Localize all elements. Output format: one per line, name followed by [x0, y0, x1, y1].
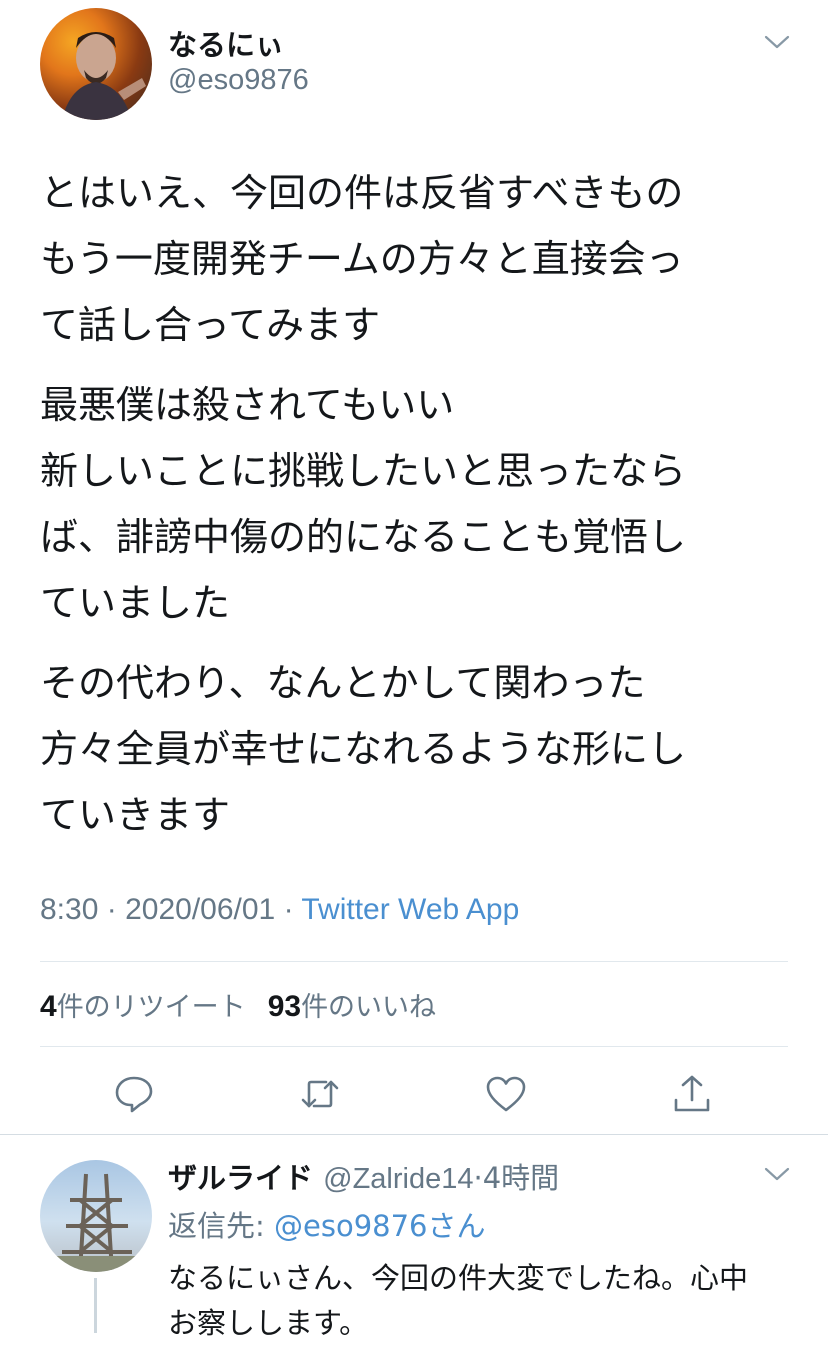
reply-header: ザルライド @Zalride14·4時間 — [168, 1155, 559, 1197]
tweet-meta: 8:30 · 2020/06/01 · Twitter Web App — [40, 893, 519, 927]
avatar-tower — [40, 1173, 152, 1272]
thread-line — [94, 1278, 97, 1333]
reply-display-name[interactable]: ザルライド — [168, 1161, 313, 1195]
chevron-down-icon[interactable] — [764, 1166, 790, 1182]
tweet-line: 方々全員が幸せになれるような形にし — [40, 727, 687, 771]
reply-icon[interactable] — [112, 1072, 156, 1116]
divider — [40, 1046, 788, 1047]
tweet-line: て話し合ってみます — [40, 303, 381, 347]
retweet-count: 4 — [40, 990, 57, 1023]
tweet-paragraph: その代わり、なんとかして関わった 方々全員が幸せになれるような形にし ていきます — [40, 650, 800, 848]
tweet-stats: 4件のリツイート 93件のいいね — [40, 985, 436, 1024]
reply-author-avatar[interactable] — [40, 1160, 152, 1272]
meta-separator: · — [106, 893, 117, 926]
chevron-down-icon[interactable] — [764, 34, 790, 50]
tweet-line: 新しいことに挑戦したいと思ったなら — [40, 449, 687, 493]
avatar-figure — [62, 32, 146, 120]
tweet-line: ば、誹謗中傷の的になることも覚悟し — [40, 515, 687, 559]
section-divider — [0, 1134, 828, 1135]
tweet-text: とはいえ、今回の件は反省すべきもの もう一度開発チームの方々と直接会っ て話し合… — [40, 160, 800, 862]
reply-to-mention[interactable]: @eso9876さん — [274, 1209, 486, 1243]
tweet-line: とはいえ、今回の件は反省すべきもの — [40, 171, 684, 215]
retweet-label: 件のリツイート — [56, 992, 246, 1023]
author-avatar[interactable] — [40, 8, 152, 120]
tweet-time[interactable]: 8:30 — [40, 893, 98, 926]
tweet-paragraph: 最悪僕は殺されてもいい 新しいことに挑戦したいと思ったなら ば、誹謗中傷の的にな… — [40, 372, 800, 636]
retweets-stat[interactable]: 4件のリツイート — [40, 990, 246, 1023]
reply-to-label: 返信先: — [168, 1209, 274, 1243]
reply-handle[interactable]: @Zalride14 — [323, 1163, 473, 1195]
tweet-line: ていました — [40, 581, 231, 625]
tweet-line: その代わり、なんとかして関わった — [40, 661, 646, 705]
reply-line: お察しします。 — [168, 1306, 369, 1340]
tweet-line: もう一度開発チームの方々と直接会っ — [40, 237, 684, 281]
tweet-line: ていきます — [40, 793, 231, 837]
tweet-line: 最悪僕は殺されてもいい — [40, 383, 455, 427]
divider — [40, 961, 788, 962]
like-count: 93 — [267, 990, 302, 1023]
retweet-icon[interactable] — [298, 1072, 342, 1116]
author-display-name[interactable]: なるにぃ — [168, 22, 284, 64]
tweet-paragraph: とはいえ、今回の件は反省すべきもの もう一度開発チームの方々と直接会っ て話し合… — [40, 160, 800, 358]
likes-stat[interactable]: 93件のいいね — [267, 990, 437, 1023]
meta-separator: · — [283, 893, 294, 926]
tweet-date[interactable]: 2020/06/01 — [125, 893, 275, 926]
author-handle[interactable]: @eso9876 — [168, 64, 309, 97]
reply-to-line: 返信先: @eso9876さん — [168, 1203, 486, 1245]
like-icon[interactable] — [484, 1072, 528, 1116]
like-label: 件のいいね — [301, 992, 437, 1023]
share-icon[interactable] — [670, 1072, 714, 1116]
reply-time[interactable]: 4時間 — [483, 1161, 559, 1195]
reply-line: なるにぃさん、今回の件大変でしたね。心中 — [168, 1261, 749, 1295]
reply-separator: · — [473, 1161, 483, 1195]
tweet-source-link[interactable]: Twitter Web App — [301, 893, 519, 926]
